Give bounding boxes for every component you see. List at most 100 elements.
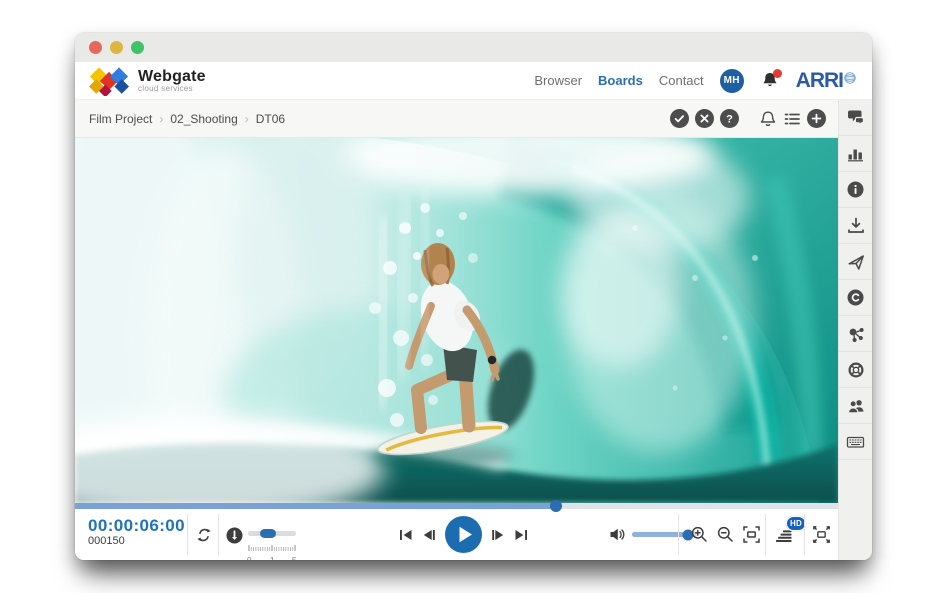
timecode-block: 00:00:06:00 000150: [88, 516, 185, 548]
breadcrumb-folder[interactable]: 02_Shooting: [170, 112, 237, 126]
clip-notifications-button[interactable]: [759, 110, 777, 128]
tools-sidebar: [838, 100, 872, 560]
sidebar-info-button[interactable]: [839, 172, 872, 208]
fit-to-screen-icon: [742, 525, 761, 544]
question-circle-icon: ?: [720, 109, 739, 128]
minimize-window-button[interactable]: [110, 41, 123, 54]
nav-boards[interactable]: Boards: [598, 73, 643, 88]
sidebar-download-button[interactable]: [839, 208, 872, 244]
arri-wordmark: ARRI: [796, 71, 843, 91]
player-controls: 00:00:06:00 000150: [75, 509, 838, 560]
statistics-icon: [847, 145, 864, 162]
fit-to-screen-button[interactable]: [742, 525, 761, 544]
breadcrumb-clip[interactable]: DT06: [256, 112, 285, 126]
user-avatar[interactable]: MH: [720, 69, 744, 93]
speed-ruler: 0 1 5: [248, 538, 296, 560]
sidebar-comments-button[interactable]: [839, 100, 872, 136]
skip-to-start-button[interactable]: [399, 528, 413, 542]
window-titlebar[interactable]: [75, 33, 872, 62]
step-forward-button[interactable]: [491, 528, 505, 542]
add-button[interactable]: [807, 109, 826, 128]
notification-badge: [773, 69, 782, 78]
video-frame: [75, 138, 838, 503]
speed-gauge: [226, 527, 243, 544]
svg-text:?: ?: [726, 114, 733, 126]
volume-slider[interactable]: [632, 532, 698, 537]
frame-counter: 000150: [88, 535, 185, 548]
sidebar-share-button[interactable]: [839, 316, 872, 352]
breadcrumb-bar: Film Project › 02_Shooting › DT06: [75, 100, 838, 138]
speed-handle[interactable]: [260, 529, 276, 538]
webgate-logo[interactable]: Webgate cloud services: [89, 66, 206, 96]
playback-controls: [397, 509, 529, 560]
speaker-icon: [609, 526, 626, 543]
cross-circle-icon: [695, 109, 714, 128]
skip-to-start-icon: [399, 528, 413, 542]
sidebar-users-button[interactable]: [839, 388, 872, 424]
mute-button[interactable]: [609, 526, 626, 543]
sidebar-copyright-button[interactable]: [839, 280, 872, 316]
nav-contact[interactable]: Contact: [659, 73, 704, 88]
timecode: 00:00:06:00: [88, 516, 185, 535]
step-forward-icon: [491, 528, 505, 542]
sidebar-support-button[interactable]: [839, 352, 872, 388]
play-button[interactable]: [445, 516, 482, 553]
speed-label-1: 1: [270, 556, 274, 560]
app-window: Webgate cloud services Browser Boards Co…: [75, 33, 872, 560]
fullscreen-button[interactable]: [811, 524, 832, 545]
comments-icon: [846, 109, 865, 126]
arri-globe-icon: [844, 72, 856, 84]
zoom-in-button[interactable]: [691, 526, 707, 542]
play-icon: [445, 516, 482, 553]
loop-button[interactable]: [195, 526, 213, 544]
nav-browser[interactable]: Browser: [534, 73, 582, 88]
speed-label-5: 5: [292, 556, 296, 560]
notifications-button[interactable]: [760, 71, 780, 91]
video-stage[interactable]: [75, 138, 838, 503]
bell-icon: [759, 110, 777, 128]
playlist-button[interactable]: [783, 110, 801, 128]
speed-gauge-icon: [226, 527, 243, 544]
zoom-window-button[interactable]: [131, 41, 144, 54]
step-back-icon: [422, 528, 436, 542]
close-window-button[interactable]: [89, 41, 102, 54]
skip-to-end-icon: [514, 528, 528, 542]
sidebar-keyboard-button[interactable]: [839, 424, 872, 460]
hd-quality-badge[interactable]: HD: [786, 516, 806, 531]
breadcrumb-separator: ›: [159, 112, 163, 126]
breadcrumb-project[interactable]: Film Project: [89, 112, 152, 126]
approve-button[interactable]: [670, 109, 689, 128]
fullscreen-icon: [811, 524, 832, 545]
check-circle-icon: [670, 109, 689, 128]
download-icon: [847, 217, 865, 234]
volume-fill: [632, 532, 688, 537]
webgate-logo-icon: [89, 66, 129, 96]
zoom-in-icon: [691, 526, 707, 542]
timeline-handle[interactable]: [550, 500, 562, 512]
speed-control: 0 1 5: [248, 531, 296, 560]
help-button[interactable]: ?: [720, 109, 739, 128]
breadcrumb-separator: ›: [245, 112, 249, 126]
list-icon: [783, 110, 801, 128]
step-back-button[interactable]: [422, 528, 436, 542]
logo-tagline: cloud services: [138, 84, 206, 93]
copyright-icon: [847, 289, 864, 306]
keyboard-icon: [846, 433, 865, 451]
sidebar-send-button[interactable]: [839, 244, 872, 280]
zoom-out-button[interactable]: [717, 526, 733, 542]
speed-label-0: 0: [247, 556, 251, 560]
sidebar-spacer: [839, 460, 872, 560]
send-icon: [847, 253, 865, 271]
breadcrumb: Film Project › 02_Shooting › DT06: [89, 112, 285, 126]
loop-icon: [195, 526, 213, 544]
reject-button[interactable]: [695, 109, 714, 128]
skip-to-end-button[interactable]: [514, 528, 528, 542]
logo-name: Webgate: [138, 69, 206, 84]
sidebar-statistics-button[interactable]: [839, 136, 872, 172]
zoom-out-icon: [717, 526, 733, 542]
share-icon: [847, 325, 865, 343]
arri-logo[interactable]: ARRI: [796, 71, 856, 91]
info-icon: [847, 181, 864, 198]
support-icon: [847, 361, 865, 379]
speed-slider[interactable]: [248, 531, 296, 536]
